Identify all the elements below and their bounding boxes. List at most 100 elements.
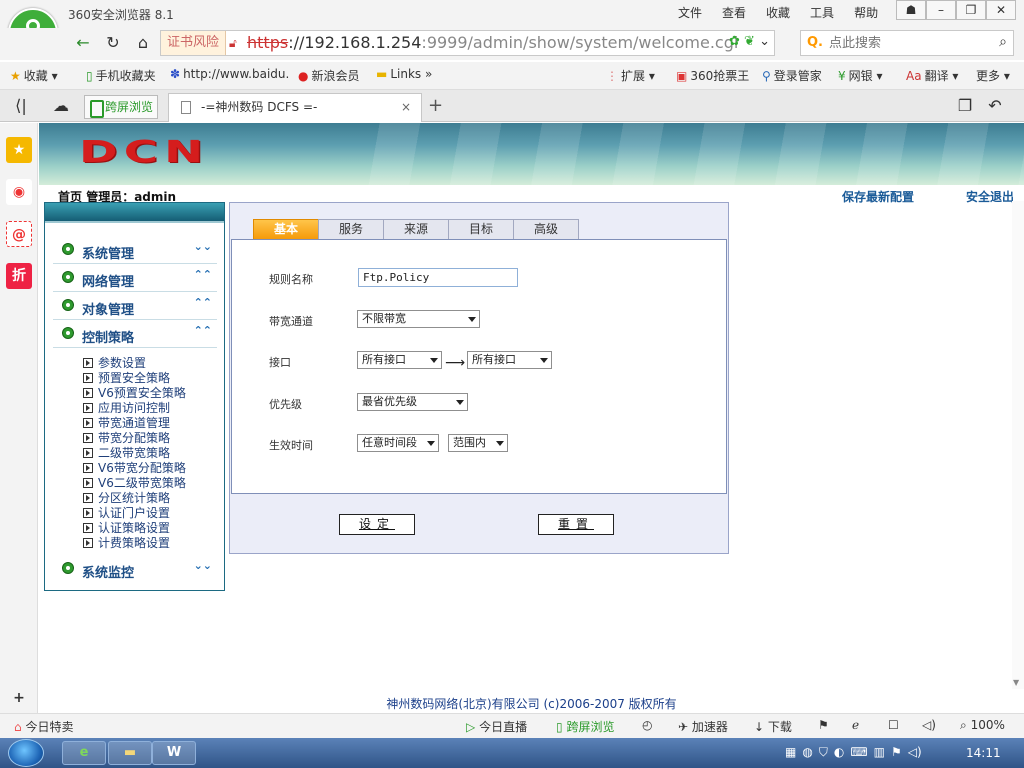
taskbar-browser-icon[interactable]: e [62, 741, 106, 765]
bookmark-ticket[interactable]: ▣ 360抢票王 [676, 67, 749, 84]
tab-service[interactable]: 服务 [318, 219, 384, 239]
menu-file[interactable]: 文件 [678, 4, 702, 21]
tray-app-icon[interactable]: ▦ [785, 745, 796, 760]
status-download[interactable]: ↓ 下载 [754, 718, 792, 735]
restore-tabs-icon[interactable]: ❐ [954, 95, 976, 117]
status-live[interactable]: ▷ 今日直播 [466, 718, 527, 735]
tray-green-icon[interactable]: ◍ [802, 745, 812, 760]
menu-control-policy[interactable]: 控制策略 ⌃⌃ [53, 322, 217, 348]
sub-item-zone-statistics[interactable]: 分区统计策略 [83, 489, 170, 505]
favorites-star-icon[interactable]: ★ [6, 137, 32, 163]
daily-deals[interactable]: ⌂ 今日特卖 [14, 718, 73, 735]
tab-advanced[interactable]: 高级 [513, 219, 579, 239]
menu-system-monitor[interactable]: 系统监控 ⌄⌄ [53, 557, 217, 583]
tab-active[interactable]: -=神州数码 DCFS =- × [168, 93, 422, 122]
interface-from-select[interactable]: 所有接口 [357, 351, 442, 369]
sub-item-preset-security-policy[interactable]: 预置安全策略 [83, 369, 170, 385]
leaf-icon[interactable]: ❦ [744, 34, 755, 49]
undo-close-icon[interactable]: ↶ [984, 95, 1006, 117]
sub-item-bandwidth-allocation[interactable]: 带宽分配策略 [83, 429, 170, 445]
new-tab-icon[interactable]: + [428, 95, 443, 116]
bookmark-bank[interactable]: ¥ 网银 ▾ [838, 67, 883, 84]
refresh-icon[interactable]: ↻ [102, 32, 124, 54]
cloud-icon[interactable]: ☁ [50, 95, 72, 117]
scroll-down-icon[interactable]: ▼ [1013, 678, 1019, 687]
tray-chat-icon[interactable]: ◐ [834, 745, 844, 760]
set-button[interactable]: 设定 [339, 514, 415, 535]
menu-favorites[interactable]: 收藏 [766, 4, 790, 21]
bandwidth-select[interactable]: 不限带宽 [357, 310, 480, 328]
menu-network-management[interactable]: 网络管理 ⌃⌃ [53, 266, 217, 292]
menu-object-management[interactable]: 对象管理 ⌃⌃ [53, 294, 217, 320]
menu-tools[interactable]: 工具 [810, 4, 834, 21]
tray-volume-icon[interactable]: ◁) [908, 745, 922, 760]
add-icon[interactable]: + [6, 685, 32, 711]
search-input[interactable] [829, 34, 979, 52]
mail-icon[interactable]: @ [6, 221, 32, 247]
tab-source[interactable]: 来源 [383, 219, 449, 239]
bookmark-translate[interactable]: Aa 翻译 ▾ [906, 67, 958, 84]
maximize-button[interactable]: ❐ [956, 0, 986, 20]
minimize-button[interactable]: – [926, 0, 956, 20]
save-config-link[interactable]: 保存最新配置 [842, 188, 914, 205]
taskbar-folder-icon[interactable]: ▬ [108, 741, 152, 765]
tray-flag-icon[interactable]: ⚑ [891, 745, 902, 760]
tab-basic[interactable]: 基本 [253, 219, 319, 239]
weibo-icon[interactable]: ◉ [6, 179, 32, 205]
ie-icon[interactable]: ℯ [852, 718, 859, 732]
sub-item-v6-secondary-bandwidth[interactable]: V6二级带宽策略 [83, 474, 186, 490]
tray-network-icon[interactable]: ▥ [874, 745, 885, 760]
certificate-warning[interactable]: 证书风险 [161, 31, 227, 55]
lock-icon[interactable]: 🔓︎ [229, 36, 237, 51]
speed-icon[interactable]: ◴ [642, 718, 652, 732]
reset-button[interactable]: 重置 [538, 514, 614, 535]
sub-item-v6-preset-security-policy[interactable]: V6预置安全策略 [83, 384, 186, 400]
rule-name-input[interactable] [358, 268, 518, 287]
sub-item-app-access-control[interactable]: 应用访问控制 [83, 399, 170, 415]
bookmark-login[interactable]: ⚲ 登录管家 [762, 67, 822, 84]
window-icon[interactable]: ☐ [888, 718, 899, 732]
skin-icon[interactable]: ☗ [896, 0, 926, 20]
sub-item-auth-policy[interactable]: 认证策略设置 [83, 519, 170, 535]
dropdown-icon[interactable]: ⌄ [759, 34, 770, 49]
sub-item-v6-bandwidth-allocation[interactable]: V6带宽分配策略 [83, 459, 186, 475]
zoom-level[interactable]: ⌕ 100% [960, 718, 1005, 733]
page-scrollbar[interactable]: ▼ [1012, 201, 1024, 689]
sub-item-parameter-settings[interactable]: 参数设置 [83, 354, 146, 370]
menu-system-management[interactable]: 系统管理 ⌄⌄ [53, 238, 217, 264]
sub-item-billing-policy[interactable]: 计费策略设置 [83, 534, 170, 550]
chevron-down-icon[interactable]: ⌄⌄ [194, 240, 212, 253]
time-range-select[interactable]: 范围内 [448, 434, 508, 452]
chevron-up-icon[interactable]: ⌃⌃ [194, 268, 212, 281]
bookmark-more[interactable]: 更多 ▾ [976, 67, 1010, 84]
home-icon[interactable]: ⌂ [132, 32, 154, 54]
bookmark-favorites[interactable]: ★ 收藏 ▾ [10, 67, 58, 84]
close-button[interactable]: ✕ [986, 0, 1016, 20]
bookmark-links[interactable]: ▬ Links » [376, 67, 432, 81]
url-text[interactable]: https://192.168.1.254:9999/admin/show/sy… [247, 33, 738, 52]
back-icon[interactable]: ← [72, 32, 94, 54]
address-bar[interactable]: 证书风险 🔓︎ https://192.168.1.254:9999/admin… [160, 30, 775, 56]
logout-link[interactable]: 安全退出 [966, 188, 1014, 205]
bookmark-baidu[interactable]: ✽ http://www.baidu. [170, 67, 289, 81]
priority-select[interactable]: 最省优先级 [357, 393, 468, 411]
taskbar-word-icon[interactable]: W [152, 741, 196, 765]
bookmark-extensions[interactable]: ⋮ 扩展 ▾ [606, 67, 655, 84]
search-engine-icon[interactable]: Q. [807, 35, 823, 50]
bookmark-mobile[interactable]: ▯ 手机收藏夹 [86, 67, 156, 84]
menu-help[interactable]: 帮助 [854, 4, 878, 21]
tab-split-browse[interactable]: 跨屏浏览 [84, 95, 158, 119]
volume-icon[interactable]: ◁) [922, 718, 936, 732]
discount-icon[interactable]: 折 [6, 263, 32, 289]
sub-item-secondary-bandwidth[interactable]: 二级带宽策略 [83, 444, 170, 460]
interface-to-select[interactable]: 所有接口 [467, 351, 552, 369]
sub-item-auth-portal[interactable]: 认证门户设置 [83, 504, 170, 520]
chevron-down-icon[interactable]: ⌄⌄ [194, 559, 212, 572]
menu-view[interactable]: 查看 [722, 4, 746, 21]
sidebar-toggle-icon[interactable]: ⟨| [10, 95, 32, 117]
bookmark-sina[interactable]: ● 新浪会员 [298, 67, 360, 84]
sub-item-bandwidth-channel[interactable]: 带宽通道管理 [83, 414, 170, 430]
search-icon[interactable]: ⌕ [999, 34, 1007, 50]
time-period-select[interactable]: 任意时间段 [357, 434, 439, 452]
chevron-up-icon[interactable]: ⌃⌃ [194, 296, 212, 309]
